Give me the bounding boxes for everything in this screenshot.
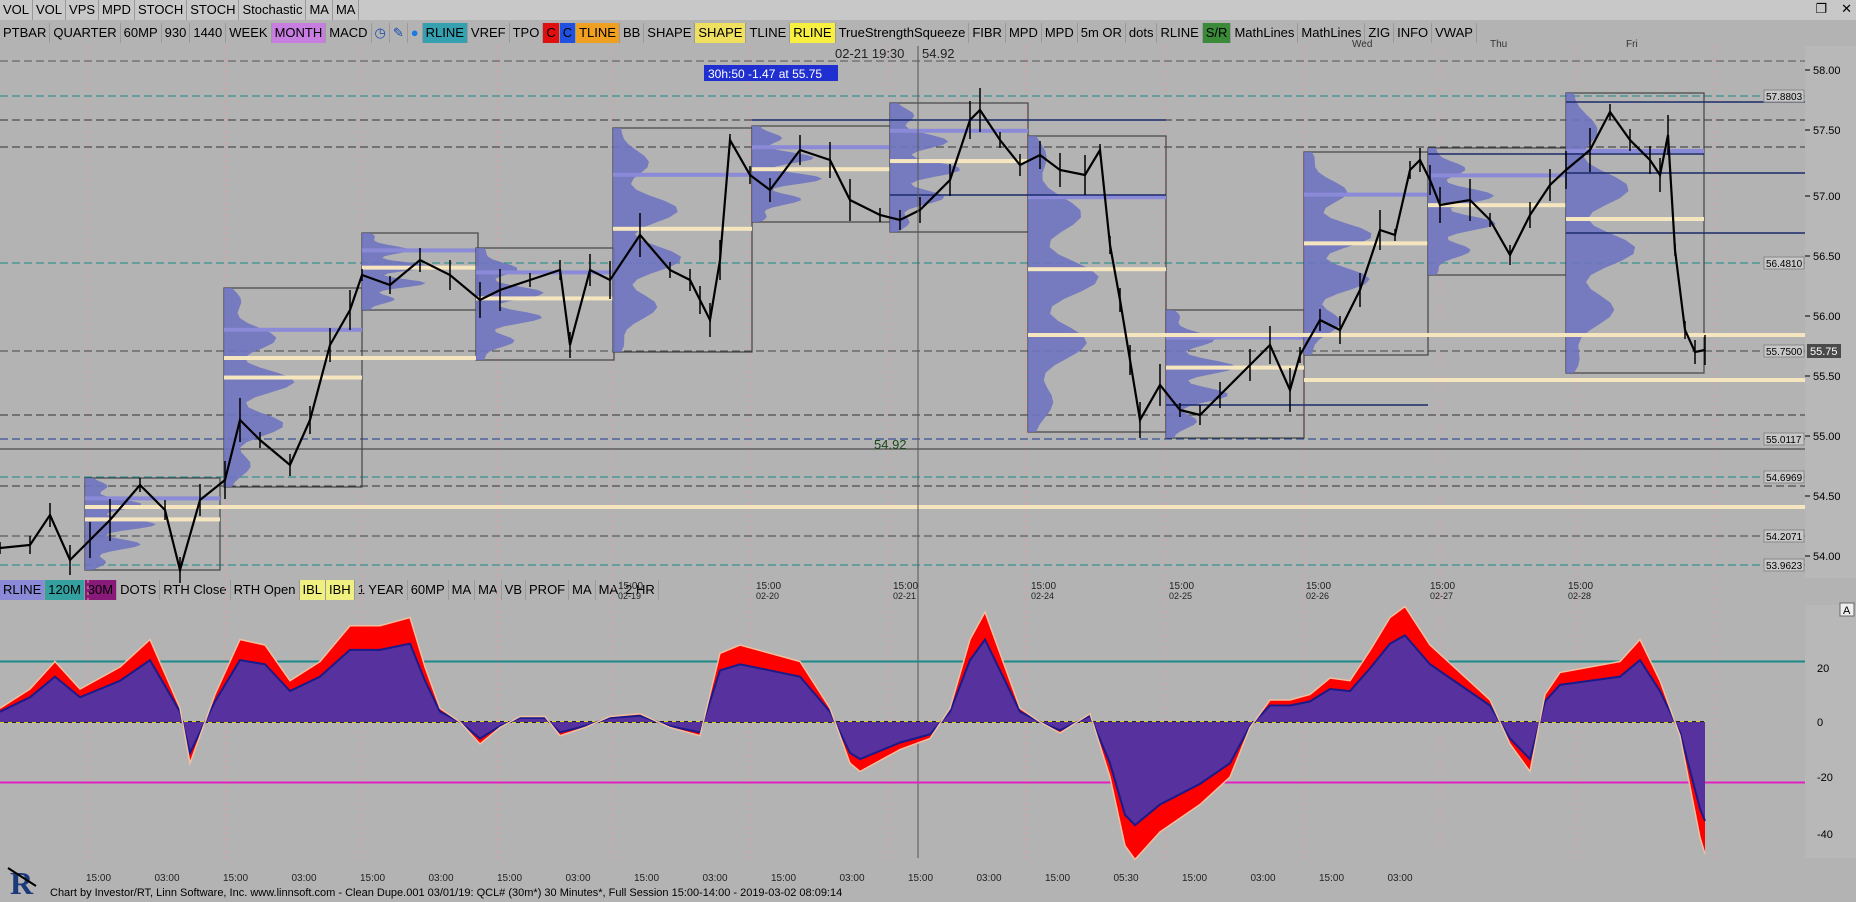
- osc-axis-label-3: -40: [1817, 829, 1833, 841]
- crosshair-time-label: 02-21 19:30: [835, 46, 904, 61]
- chart-canvas[interactable]: 02-21 19:30 54.92 54.92 30h:50 -1.47 at 55.…: [0, 0, 1856, 902]
- bottom-time-label-5: 03:00: [429, 873, 454, 884]
- bottom-time-label-14: 15:00: [1045, 873, 1070, 884]
- poc-line: [224, 375, 362, 380]
- footer-caption: Chart by Investor/RT, Linn Software, Inc…: [50, 887, 843, 899]
- bottom-time-label-11: 03:00: [840, 873, 865, 884]
- vah-line: [752, 145, 890, 150]
- vah-line: [890, 128, 1028, 133]
- osc-axis-label-2: -20: [1817, 772, 1833, 784]
- bottom-time-label-3: 03:00: [292, 873, 317, 884]
- date-label-0: 02-19: [618, 591, 641, 601]
- price-axis-label-8: 54.00: [1813, 551, 1841, 563]
- bottom-time-label-0: 15:00: [86, 873, 111, 884]
- poc-line: [613, 226, 752, 231]
- poc-extension-4: [1166, 333, 1805, 337]
- date-label-5: 02-26: [1306, 591, 1329, 601]
- bottom-time-label-2: 15:00: [223, 873, 248, 884]
- poc-line: [1566, 217, 1704, 221]
- bottom-time-label-16: 15:00: [1182, 873, 1207, 884]
- price-axis-label-5: 55.50: [1813, 371, 1841, 383]
- price-axis-label-2: 57.00: [1813, 191, 1841, 203]
- bottom-time-label-19: 03:00: [1388, 873, 1413, 884]
- bottom-time-label-1: 03:00: [155, 873, 180, 884]
- poc-extension-1: [224, 356, 476, 360]
- poc-line: [890, 159, 1028, 164]
- date-label-7: 02-28: [1568, 591, 1591, 601]
- date-label-1: 02-20: [756, 591, 779, 601]
- poc-extension-0: [85, 505, 1805, 509]
- bottom-time-label-15: 05:30: [1114, 873, 1139, 884]
- price-tag-1: 56.4810: [1766, 259, 1803, 270]
- last-price-label: 55.75: [1810, 346, 1838, 358]
- osc-axis-label-0: 20: [1817, 663, 1829, 675]
- price-axis-label-6: 55.00: [1813, 431, 1841, 443]
- price-tag-5: 54.2071: [1766, 532, 1803, 543]
- day-label-2: Fri: [1626, 39, 1638, 50]
- poc-line: [752, 167, 890, 172]
- bottom-time-label-6: 15:00: [497, 873, 522, 884]
- bottom-time-label-12: 15:00: [908, 873, 933, 884]
- price-axis-label-1: 57.50: [1813, 125, 1841, 137]
- price-tag-2: 55.7500: [1766, 347, 1803, 358]
- poc-line: [476, 296, 614, 301]
- bottom-time-label-10: 15:00: [771, 873, 796, 884]
- date-label-3: 02-24: [1031, 591, 1054, 601]
- date-label-4: 02-25: [1169, 591, 1192, 601]
- osc-corner-label: A: [1843, 605, 1851, 617]
- price-axis-label-7: 54.50: [1813, 491, 1841, 503]
- bottom-time-label-13: 03:00: [977, 873, 1002, 884]
- price-tag-3: 55.0117: [1766, 435, 1802, 446]
- date-label-2: 02-21: [893, 591, 916, 601]
- price-axis-label-0: 58.00: [1813, 65, 1841, 77]
- date-label-6: 02-27: [1430, 591, 1453, 601]
- bottom-time-label-7: 03:00: [566, 873, 591, 884]
- day-label-1: Thu: [1490, 39, 1507, 50]
- bottom-time-label-8: 15:00: [634, 873, 659, 884]
- investor-rt-logo-icon: R: [6, 864, 42, 900]
- crosshair-value-label: 54.92: [922, 46, 955, 61]
- price-axis-label-3: 56.50: [1813, 251, 1841, 263]
- info-box-text: 30h:50 -1.47 at 55.75: [708, 67, 822, 81]
- poc-line: [1304, 241, 1428, 246]
- bottom-time-label-4: 15:00: [360, 873, 385, 884]
- day-label-0: Wed: [1352, 39, 1372, 50]
- poc-extension-3: [1304, 378, 1805, 382]
- crosshair-price-label: 54.92: [874, 437, 907, 452]
- bottom-time-label-9: 03:00: [703, 873, 728, 884]
- price-tag-6: 53.9623: [1766, 561, 1803, 572]
- price-axis-label-4: 56.00: [1813, 311, 1841, 323]
- price-tag-0: 57.8803: [1766, 92, 1803, 103]
- poc-line: [1028, 267, 1166, 272]
- vah-line: [613, 172, 752, 177]
- vah-line: [224, 327, 362, 332]
- vah-line: [1304, 192, 1428, 197]
- bottom-time-label-17: 03:00: [1251, 873, 1276, 884]
- price-tag-4: 54.6969: [1766, 473, 1803, 484]
- poc-line: [85, 517, 220, 522]
- poc-line: [1166, 365, 1304, 370]
- bottom-time-label-18: 15:00: [1319, 873, 1344, 884]
- osc-axis-label-1: 0: [1817, 717, 1823, 729]
- vah-line: [1428, 173, 1566, 178]
- vah-line: [1028, 195, 1166, 200]
- osc-axis: [1805, 605, 1856, 858]
